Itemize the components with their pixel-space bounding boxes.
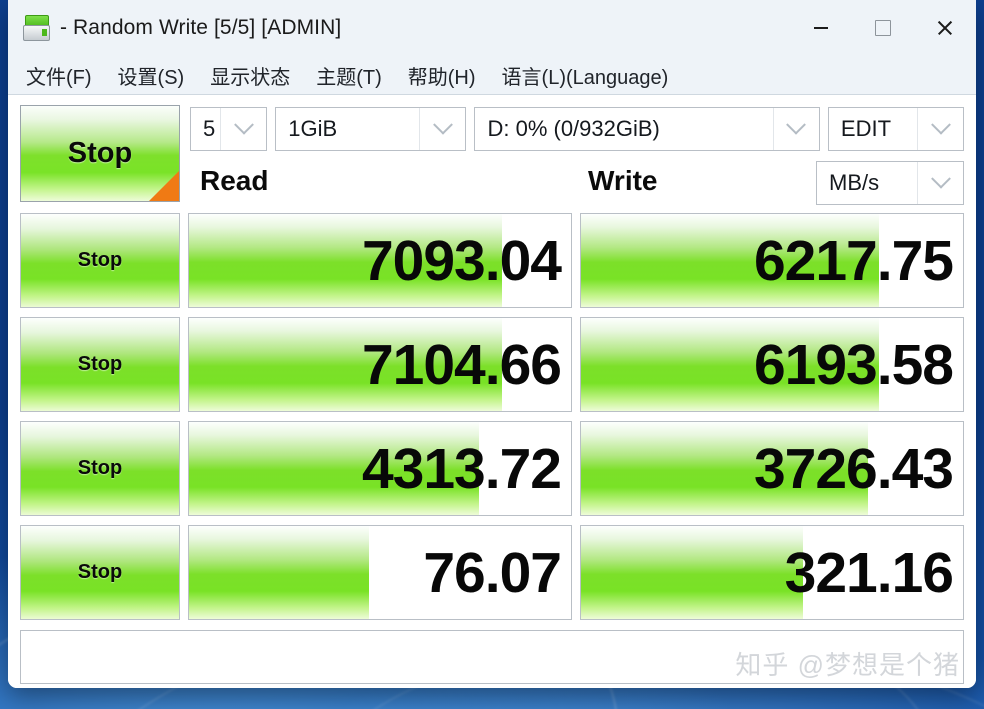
chevron-down-icon[interactable] [220,108,266,150]
read-score-cell[interactable]: 4313.72 [188,421,572,516]
read-score-cell[interactable]: 7093.04 [188,213,572,308]
column-header-read: Read [200,165,269,196]
profile-select[interactable]: EDIT [827,107,964,151]
test-count-value: 5 [203,116,216,141]
write-score-cell[interactable]: 3726.43 [580,421,964,516]
chevron-down-icon[interactable] [419,108,465,150]
chevron-down-icon[interactable] [772,108,819,150]
client-area: Stop 5 1GiB D: 0% (0/932GiB) EDIT MB/s R… [8,95,976,688]
results-grid: Stop 7093.04 6217.75 Stop 7104.66 6193.5… [20,213,964,620]
drive-value: D: 0% (0/932GiB) [487,116,660,141]
close-icon [936,19,954,37]
row-stop-button[interactable]: Stop [20,317,180,412]
window-title: - Random Write [5/5] [ADMIN] [60,16,342,39]
row-stop-button[interactable]: Stop [20,525,180,620]
toolbar-combo-row: 5 1GiB D: 0% (0/932GiB) EDIT [190,107,964,151]
row-stop-button[interactable]: Stop [20,213,180,308]
read-score-value: 7093.04 [361,228,562,293]
row-stop-button[interactable]: Stop [20,421,180,516]
window-controls [790,0,976,56]
table-row: Stop 4313.72 3726.43 [20,421,964,516]
read-score-value: 7104.66 [361,332,562,397]
maximize-icon [875,20,891,36]
table-row: Stop 7093.04 6217.75 [20,213,964,308]
menu-item-status[interactable]: 显示状态 [210,61,290,90]
write-score-value: 6217.75 [753,228,954,293]
test-size-value: 1GiB [288,116,338,141]
write-score-cell[interactable]: 321.16 [580,525,964,620]
status-bar [20,630,964,684]
units-value: MB/s [829,170,880,195]
write-score-cell[interactable]: 6193.58 [580,317,964,412]
table-row: Stop 7104.66 6193.58 [20,317,964,412]
menu-item-settings[interactable]: 设置(S) [118,61,185,90]
read-score-value: 4313.72 [361,436,562,501]
chevron-down-icon[interactable] [917,108,963,150]
units-select[interactable]: MB/s [816,161,964,205]
profile-value: EDIT [840,116,892,141]
menu-item-language[interactable]: 语言(L)(Language) [502,61,669,90]
row-stop-label: Stop [77,249,123,271]
crystaldiskmark-window: - Random Write [5/5] [ADMIN] 文件(F) 设置(S)… [8,0,976,688]
all-stop-button[interactable]: Stop [20,105,180,202]
drive-select[interactable]: D: 0% (0/932GiB) [474,107,820,151]
row-stop-label: Stop [77,561,123,583]
read-score-value: 76.07 [423,540,562,605]
menu-item-help[interactable]: 帮助(H) [408,61,476,90]
column-headers: Read Write [190,159,804,205]
write-score-value: 3726.43 [753,436,954,501]
corner-marker-icon [149,171,179,201]
crystaldiskmark-icon [22,13,52,43]
minimize-icon [814,27,828,29]
menu-item-theme[interactable]: 主题(T) [316,61,382,90]
write-score-value: 321.16 [784,540,954,605]
table-row: Stop 76.07 321.16 [20,525,964,620]
chevron-down-icon[interactable] [917,162,963,204]
test-count-select[interactable]: 5 [190,107,268,151]
toolbar: Stop 5 1GiB D: 0% (0/932GiB) EDIT MB/s R… [20,105,964,209]
title-bar[interactable]: - Random Write [5/5] [ADMIN] [8,0,976,56]
read-score-cell[interactable]: 7104.66 [188,317,572,412]
read-score-cell[interactable]: 76.07 [188,525,572,620]
minimize-button[interactable] [790,0,852,56]
row-stop-label: Stop [77,457,123,479]
test-size-select[interactable]: 1GiB [275,107,467,151]
write-score-value: 6193.58 [753,332,954,397]
close-button[interactable] [914,0,976,56]
write-score-cell[interactable]: 6217.75 [580,213,964,308]
row-stop-label: Stop [77,353,123,375]
column-header-write: Write [588,165,658,196]
menu-item-file[interactable]: 文件(F) [26,61,92,90]
maximize-button[interactable] [852,0,914,56]
all-stop-label: Stop [67,137,133,169]
menu-bar: 文件(F) 设置(S) 显示状态 主题(T) 帮助(H) 语言(L)(Langu… [8,56,976,95]
